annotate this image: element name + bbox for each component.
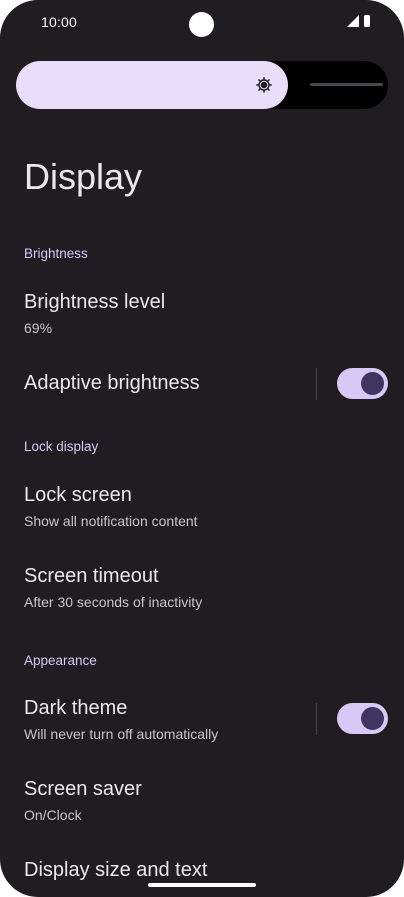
screen-saver-summary: On/Clock [24,807,82,823]
lock-screen-item[interactable]: Lock screen Show all notification conten… [0,473,404,539]
brightness-level-title: Brightness level [24,291,166,313]
cell-signal-icon [347,15,359,27]
section-header-brightness: Brightness [24,246,88,261]
gesture-nav-handle[interactable] [148,883,256,887]
brightness-slider[interactable] [16,61,388,109]
status-bar-time: 10:00 [41,14,78,30]
dark-theme-switch[interactable] [337,703,388,734]
brightness-slider-track-line [310,83,383,86]
dark-theme-item[interactable]: Dark theme Will never turn off automatic… [0,686,404,752]
dark-theme-summary: Will never turn off automatically [24,726,219,742]
screen-timeout-title: Screen timeout [24,565,159,587]
screen-timeout-summary: After 30 seconds of inactivity [24,594,203,610]
camera-cutout [189,12,214,37]
battery-icon [364,15,370,27]
screen-saver-title: Screen saver [24,778,142,800]
lock-screen-summary: Show all notification content [24,513,198,529]
brightness-level-item[interactable]: Brightness level 69% [0,280,404,346]
dark-theme-title: Dark theme [24,697,128,719]
dark-theme-divider [316,703,317,735]
screen-saver-item[interactable]: Screen saver On/Clock [0,767,404,833]
adaptive-brightness-item[interactable]: Adaptive brightness [0,356,404,412]
adaptive-brightness-switch[interactable] [337,368,388,399]
brightness-sun-icon [256,77,272,93]
brightness-level-summary: 69% [24,320,53,336]
screen-timeout-item[interactable]: Screen timeout After 30 seconds of inact… [0,554,404,620]
dark-theme-switch-thumb [361,707,384,730]
status-icons [347,15,370,27]
lock-screen-title: Lock screen [24,484,132,506]
adaptive-brightness-divider [316,368,317,400]
display-size-and-text-title: Display size and text [24,859,208,881]
adaptive-brightness-title: Adaptive brightness [24,372,200,394]
page-title: Display [24,156,143,197]
section-header-appearance: Appearance [24,653,97,668]
phone-screen: 10:00 Display Brightness Brightness leve… [0,0,404,897]
adaptive-brightness-switch-thumb [361,372,384,395]
display-size-and-text-item[interactable]: Display size and text [0,848,404,897]
brightness-slider-fill[interactable] [16,61,288,109]
section-header-lock-display: Lock display [24,439,99,454]
